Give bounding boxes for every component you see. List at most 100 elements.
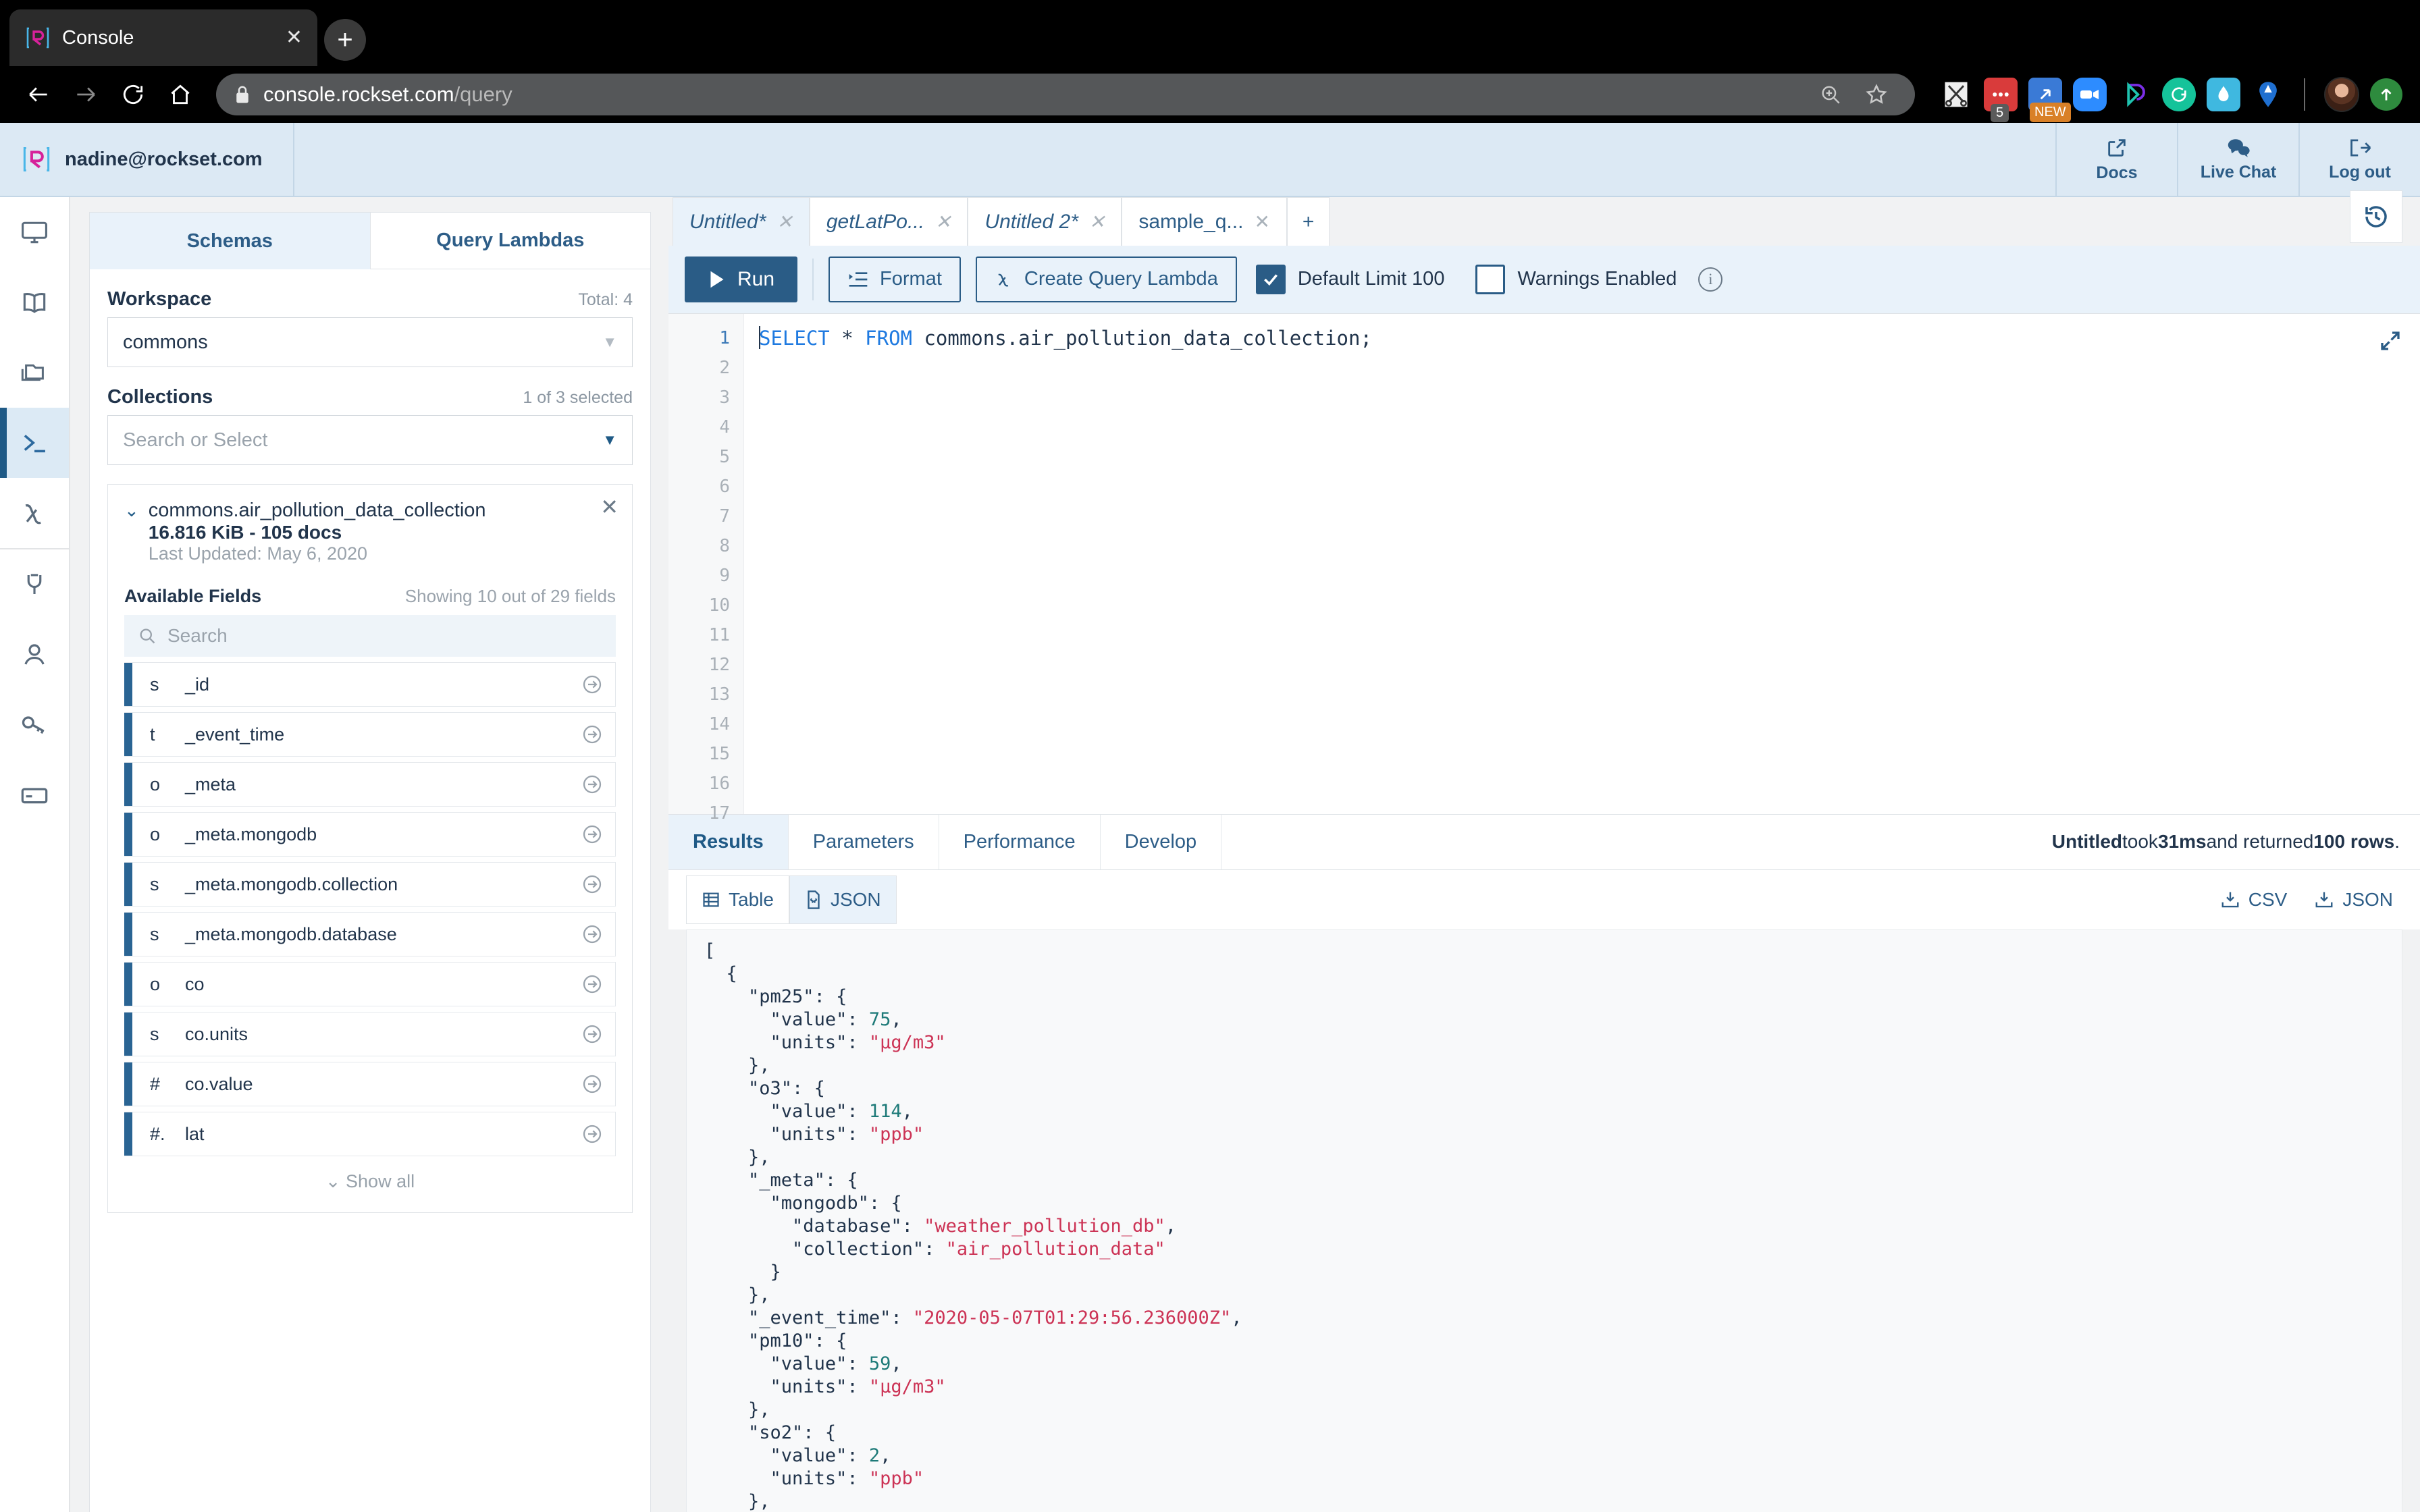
run-button[interactable]: Run [685, 256, 798, 302]
query-tab[interactable]: Untitled 2* ✕ [968, 197, 1122, 246]
reload-icon[interactable] [112, 74, 154, 115]
json-token: }, [748, 1284, 770, 1305]
insert-field-icon[interactable] [581, 724, 603, 745]
red-dots-extension-icon[interactable]: 5 [1984, 78, 2018, 122]
field-row[interactable]: s _meta.mongodb.collection [124, 862, 616, 907]
sidebar-item-dashboard[interactable] [0, 197, 69, 267]
field-row[interactable]: t _event_time [124, 712, 616, 757]
format-button[interactable]: Format [828, 256, 961, 302]
show-all-fields-button[interactable]: ⌄ Show all [124, 1156, 616, 1195]
default-limit-toggle[interactable]: Default Limit 100 [1255, 264, 1444, 294]
field-row[interactable]: s _id [124, 662, 616, 707]
sidebar-item-query-editor[interactable] [0, 408, 69, 478]
update-arrow-icon[interactable] [2370, 78, 2402, 111]
tab-performance[interactable]: Performance [939, 814, 1101, 869]
docs-button[interactable]: Docs [2055, 123, 2177, 196]
sidebar-item-integrations[interactable] [0, 549, 69, 620]
insert-field-icon[interactable] [581, 1073, 603, 1095]
close-icon[interactable]: ✕ [600, 494, 619, 520]
sidebar-item-api-keys[interactable] [0, 690, 69, 760]
sidebar-item-docs[interactable] [0, 267, 69, 338]
close-icon[interactable]: ✕ [777, 211, 792, 233]
close-icon[interactable]: ✕ [935, 211, 951, 233]
tab-parameters[interactable]: Parameters [789, 814, 939, 869]
field-row[interactable]: #. lat [124, 1112, 616, 1156]
query-status: Untitled took 31ms and returned 100 rows… [1221, 815, 2420, 869]
purple-teal-extension-icon[interactable] [2118, 78, 2151, 111]
new-tab-button[interactable]: + [324, 19, 366, 61]
table-view-button[interactable]: Table [686, 875, 789, 924]
address-bar[interactable]: console.rockset.com/query [216, 74, 1915, 115]
insert-field-icon[interactable] [581, 1123, 603, 1145]
info-icon[interactable]: i [1698, 267, 1723, 292]
browser-chrome: Console ✕ + console.rockset.com/query 5 … [0, 0, 2420, 123]
zoom-video-extension-icon[interactable] [2073, 78, 2107, 111]
json-token: "_event_time": [748, 1307, 913, 1328]
insert-field-icon[interactable] [581, 973, 603, 995]
create-query-lambda-button[interactable]: Create Query Lambda [975, 256, 1237, 302]
water-drop-extension-icon[interactable] [2207, 78, 2240, 111]
field-row[interactable]: o _meta.mongodb [124, 812, 616, 857]
field-row[interactable]: # co.value [124, 1062, 616, 1106]
sidebar-item-collections[interactable] [0, 338, 69, 408]
chevron-down-icon[interactable]: ⌄ [124, 500, 139, 522]
tab-schemas[interactable]: Schemas [90, 213, 371, 269]
close-icon[interactable]: ✕ [1254, 211, 1269, 233]
default-limit-checkbox[interactable] [1255, 264, 1286, 294]
close-icon[interactable]: ✕ [286, 28, 302, 48]
back-arrow-icon[interactable] [18, 74, 59, 115]
workspace-select[interactable]: commons ▼ [107, 317, 633, 367]
grammarly-extension-icon[interactable] [2162, 78, 2196, 111]
expand-arrows-icon[interactable] [2378, 329, 2402, 353]
query-tab[interactable]: getLatPo... ✕ [809, 197, 968, 246]
add-query-tab-button[interactable]: + [1286, 197, 1330, 246]
sidebar-item-billing[interactable] [0, 760, 69, 830]
json-line: "value": 2, [704, 1444, 2402, 1467]
field-row[interactable]: o _meta [124, 762, 616, 807]
insert-field-icon[interactable] [581, 774, 603, 795]
zoom-in-icon[interactable] [1810, 74, 1851, 115]
warnings-toggle[interactable]: Warnings Enabled i [1475, 264, 1723, 294]
history-clock-icon[interactable] [2350, 190, 2402, 243]
live-chat-button[interactable]: Live Chat [2177, 123, 2298, 196]
blue-pin-extension-icon[interactable] [2251, 78, 2285, 111]
field-row[interactable]: s _meta.mongodb.database [124, 912, 616, 956]
insert-field-icon[interactable] [581, 1023, 603, 1045]
sql-editor[interactable]: 1 2 3 4 5 6 7 8 9 10 11 12 13 14 15 16 17 SELECT * FROM … [668, 313, 2420, 824]
field-row[interactable]: s co.units [124, 1012, 616, 1056]
sidebar-item-users[interactable] [0, 620, 69, 690]
export-json-button[interactable]: JSON [2314, 889, 2393, 911]
field-row[interactable]: o co [124, 962, 616, 1006]
field-search-input[interactable]: Search [124, 615, 616, 657]
json-number: 75 [868, 1008, 891, 1030]
logout-button[interactable]: Log out [2298, 123, 2420, 196]
query-tab-label: Untitled* [689, 210, 766, 233]
avatar[interactable] [2324, 77, 2359, 112]
collection-header[interactable]: ⌄ commons.air_pollution_data_collection … [124, 500, 616, 564]
query-tab[interactable]: Untitled* ✕ [673, 197, 810, 246]
close-icon[interactable]: ✕ [1089, 211, 1105, 233]
json-results-viewer[interactable]: [ { "pm25": { "value": 75, "units": "µg/… [686, 929, 2402, 1512]
tab-query-lambdas[interactable]: Query Lambdas [370, 213, 650, 269]
insert-field-icon[interactable] [581, 824, 603, 845]
json-view-button[interactable]: JSON [789, 875, 897, 924]
warnings-checkbox[interactable] [1475, 264, 1506, 294]
forward-arrow-icon[interactable] [65, 74, 107, 115]
sql-code[interactable]: SELECT * FROM commons.air_pollution_data… [744, 314, 2420, 814]
star-icon[interactable] [1856, 74, 1897, 115]
sidebar-item-query-lambdas[interactable] [0, 478, 69, 548]
insert-field-icon[interactable] [581, 873, 603, 895]
field-type: #. [150, 1123, 165, 1144]
export-csv-button[interactable]: CSV [2220, 889, 2287, 911]
home-icon[interactable] [159, 74, 201, 115]
live-chat-label: Live Chat [2200, 162, 2277, 182]
scissors-extension-icon[interactable] [1939, 78, 1973, 111]
query-tab[interactable]: sample_q... ✕ [1122, 197, 1287, 246]
collections-select[interactable]: Search or Select ▼ [107, 415, 633, 465]
tab-develop[interactable]: Develop [1101, 814, 1222, 869]
insert-field-icon[interactable] [581, 923, 603, 945]
field-type: o [150, 973, 161, 994]
browser-tab[interactable]: Console ✕ [9, 9, 317, 66]
insert-field-icon[interactable] [581, 674, 603, 695]
blue-share-extension-icon[interactable]: NEW [2028, 78, 2071, 122]
